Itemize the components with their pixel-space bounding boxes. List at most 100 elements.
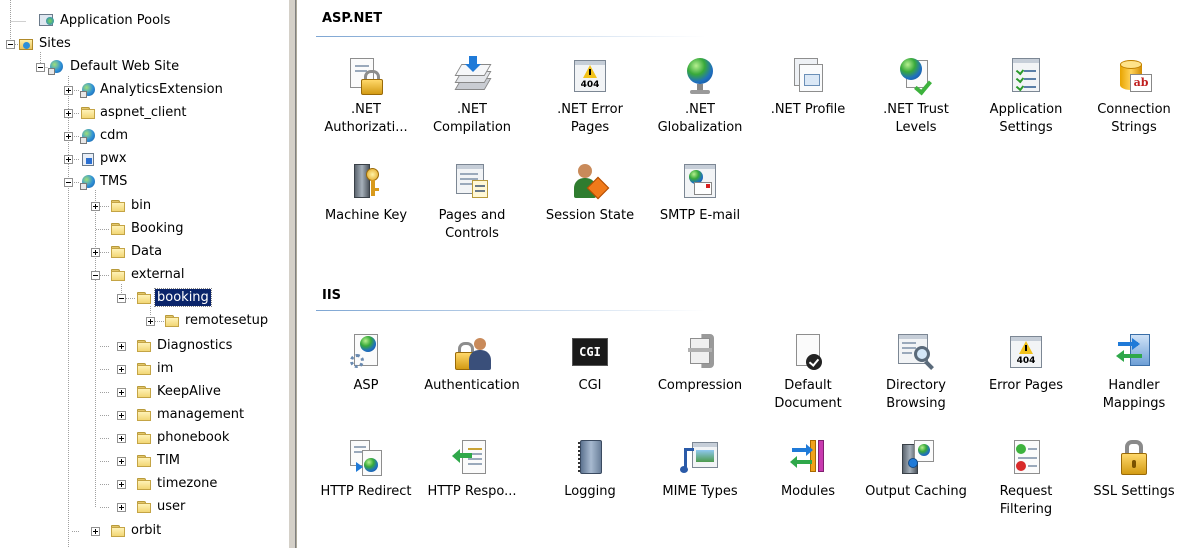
expand-im-toggle[interactable] <box>117 365 126 374</box>
feature-net-compilation[interactable]: .NET Compilation <box>420 56 524 137</box>
expand-keepalive-toggle[interactable] <box>117 388 126 397</box>
expand-timezone-toggle[interactable] <box>117 480 126 489</box>
feature-label: Pages and Controls <box>438 208 506 241</box>
feature-label: Modules <box>780 484 836 499</box>
feature-error-pages[interactable]: 404 Error Pages <box>974 332 1078 395</box>
expand-cdm-toggle[interactable] <box>64 132 73 141</box>
smtp-email-icon <box>680 162 720 202</box>
feature-application-settings[interactable]: Application Settings <box>974 56 1078 137</box>
feature-logging[interactable]: Logging <box>538 438 642 501</box>
expand-diagnostics-toggle[interactable] <box>117 342 126 351</box>
feature-label: Compression <box>657 378 743 393</box>
tree-node-label: TIM <box>157 453 180 468</box>
net-globalization-icon <box>680 56 720 96</box>
tree-node-label: AnalyticsExtension <box>100 82 223 97</box>
expand-remotesetup-toggle[interactable] <box>146 317 155 326</box>
application-icon <box>80 82 97 98</box>
collapse-booking-toggle[interactable] <box>117 294 126 303</box>
compression-icon <box>680 332 720 372</box>
feature-cgi[interactable]: CGI CGI <box>538 332 642 395</box>
http-response-headers-icon <box>452 438 492 478</box>
tree-node-label: cdm <box>100 128 129 143</box>
expand-pwx-toggle[interactable] <box>64 155 73 164</box>
expand-phonebook-toggle[interactable] <box>117 434 126 443</box>
feature-output-caching[interactable]: Output Caching <box>864 438 968 501</box>
logging-icon <box>570 438 610 478</box>
feature-net-trust-levels[interactable]: .NET Trust Levels <box>864 56 968 137</box>
expand-orbit-toggle[interactable] <box>91 527 100 536</box>
feature-modules[interactable]: Modules <box>756 438 860 501</box>
feature-compression[interactable]: Compression <box>648 332 752 395</box>
handler-mappings-icon <box>1114 332 1154 372</box>
asp-icon <box>346 332 386 372</box>
feature-net-authorization[interactable]: .NET Authorizati... <box>314 56 418 137</box>
feature-request-filtering[interactable]: Request Filtering <box>974 438 1078 519</box>
folder-icon <box>136 476 153 492</box>
tree-node-label: Sites <box>39 36 71 51</box>
feature-directory-browsing[interactable]: Directory Browsing <box>864 332 968 413</box>
feature-label: CGI <box>578 378 602 393</box>
collapse-tms-toggle[interactable] <box>64 178 73 187</box>
tree-node-label: timezone <box>157 476 218 491</box>
feature-net-profile[interactable]: .NET Profile <box>756 56 860 119</box>
feature-ssl-settings[interactable]: SSL Settings <box>1082 438 1186 501</box>
feature-handler-mappings[interactable]: Handler Mappings <box>1082 332 1186 413</box>
expand-tim-toggle[interactable] <box>117 457 126 466</box>
feature-http-redirect[interactable]: HTTP Redirect <box>314 438 418 501</box>
expand-user-toggle[interactable] <box>117 503 126 512</box>
folder-icon <box>80 105 97 121</box>
cgi-icon: CGI <box>570 332 610 372</box>
net-trust-levels-icon <box>896 56 936 96</box>
folder-icon <box>136 338 153 354</box>
folder-icon <box>164 313 181 329</box>
feature-session-state[interactable]: Session State <box>538 162 642 225</box>
error-pages-icon: 404 <box>1006 332 1046 372</box>
feature-net-globalization[interactable]: .NET Globalization <box>648 56 752 137</box>
ssl-settings-icon <box>1114 438 1154 478</box>
collapse-sites-toggle[interactable] <box>6 40 15 49</box>
feature-label: .NET Globalization <box>657 102 743 135</box>
connections-tree[interactable]: Application Pools Sites Default Web Site… <box>0 0 288 548</box>
feature-machine-key[interactable]: Machine Key <box>314 162 418 225</box>
feature-smtp-email[interactable]: SMTP E-mail <box>648 162 752 225</box>
expand-bin-toggle[interactable] <box>91 202 100 211</box>
tree-node-label: external <box>131 267 185 282</box>
feature-net-error-pages[interactable]: 404 .NET Error Pages <box>538 56 642 137</box>
pane-splitter[interactable] <box>288 0 296 548</box>
folder-icon <box>136 453 153 469</box>
feature-authentication[interactable]: Authentication <box>420 332 524 395</box>
directory-browsing-icon <box>896 332 936 372</box>
feature-http-response-headers[interactable]: HTTP Respo... <box>420 438 524 501</box>
collapse-external-toggle[interactable] <box>91 271 100 280</box>
folder-icon <box>136 407 153 423</box>
tree-node-label: Booking <box>131 221 184 236</box>
expand-aspnet-client-toggle[interactable] <box>64 109 73 118</box>
feature-mime-types[interactable]: MIME Types <box>648 438 752 501</box>
feature-label: ASP <box>353 378 379 393</box>
folder-icon <box>110 244 127 260</box>
tree-node-label: Data <box>131 244 163 259</box>
folder-icon <box>136 361 153 377</box>
machine-key-icon <box>346 162 386 202</box>
tree-node-label: pwx <box>100 151 127 166</box>
folder-icon <box>110 267 127 283</box>
folder-icon <box>110 221 127 237</box>
request-filtering-icon <box>1006 438 1046 478</box>
feature-default-document[interactable]: Default Document <box>756 332 860 413</box>
feature-pages-and-controls[interactable]: Pages and Controls <box>420 162 524 243</box>
website-globe-icon <box>48 59 65 75</box>
modules-icon <box>788 438 828 478</box>
feature-asp[interactable]: ASP <box>314 332 418 395</box>
feature-connection-strings[interactable]: ab Connection Strings <box>1082 56 1186 137</box>
tree-node-label: user <box>157 499 186 514</box>
features-pane-border <box>296 0 306 548</box>
tree-node-label: im <box>157 361 174 376</box>
collapse-default-web-site-toggle[interactable] <box>36 63 45 72</box>
expand-data-toggle[interactable] <box>91 248 100 257</box>
expand-management-toggle[interactable] <box>117 411 126 420</box>
tree-node-label: KeepAlive <box>157 384 221 399</box>
folder-icon <box>110 198 127 214</box>
application-icon <box>80 128 97 144</box>
output-caching-icon <box>896 438 936 478</box>
expand-analyticsextension-toggle[interactable] <box>64 86 73 95</box>
